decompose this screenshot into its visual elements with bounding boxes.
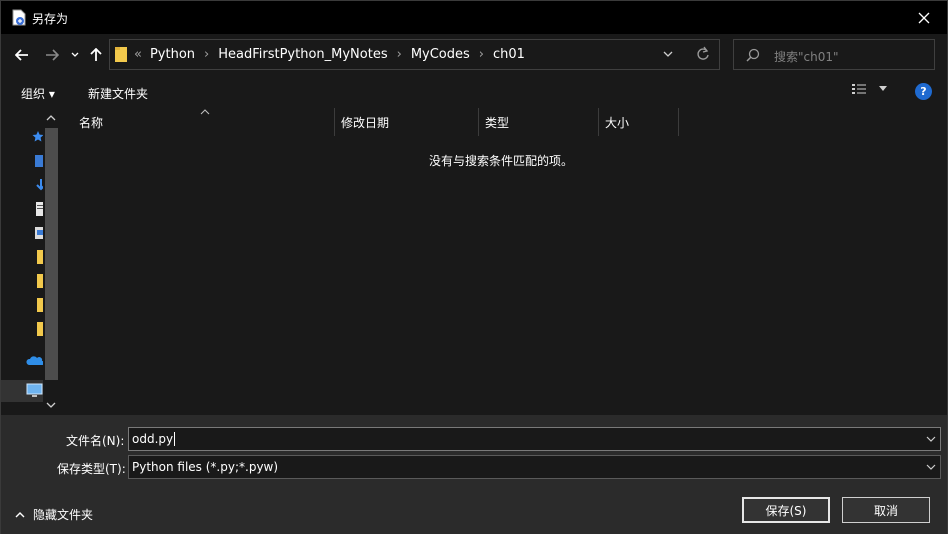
forward-button[interactable] — [43, 43, 61, 67]
hide-folders-toggle[interactable]: 隐藏文件夹 — [15, 506, 93, 523]
close-button[interactable] — [901, 1, 947, 34]
sort-ascending-icon — [200, 109, 210, 115]
filename-value[interactable]: odd.py — [129, 432, 173, 446]
breadcrumb-separator[interactable]: › — [479, 47, 484, 62]
arrow-up-icon — [90, 48, 102, 61]
title-bar: 另存为 — [1, 1, 947, 34]
breadcrumb-ch01[interactable]: ch01 — [493, 47, 525, 62]
column-name[interactable]: 名称 — [63, 108, 335, 136]
chevron-down-icon[interactable] — [926, 462, 936, 472]
chevron-up-icon — [15, 512, 25, 518]
back-button[interactable] — [13, 43, 31, 67]
column-date-modified[interactable]: 修改日期 — [335, 108, 479, 136]
window-title: 另存为 — [32, 12, 69, 26]
onedrive-cloud-icon[interactable] — [26, 354, 43, 368]
text-cursor — [174, 432, 176, 446]
scroll-down-icon[interactable] — [46, 402, 56, 409]
search-box[interactable]: 搜索"ch01" — [733, 39, 935, 70]
hide-folders-label: 隐藏文件夹 — [33, 508, 94, 522]
filetype-select[interactable]: Python files (*.py;*.pyw) — [128, 455, 941, 479]
filetype-value: Python files (*.py;*.pyw) — [132, 460, 279, 474]
column-type-label: 类型 — [485, 115, 510, 130]
up-button[interactable] — [88, 43, 104, 67]
organize-button[interactable]: 组织 ▾ — [21, 85, 55, 102]
this-pc-item[interactable] — [1, 380, 43, 402]
column-headers: 名称 修改日期 类型 大小 — [63, 108, 947, 136]
help-icon[interactable]: ? — [915, 83, 932, 100]
arrow-right-icon — [46, 49, 59, 61]
breadcrumb-mycodes[interactable]: MyCodes — [411, 47, 470, 62]
column-size-label: 大小 — [605, 115, 630, 130]
folder-icon — [115, 47, 127, 62]
save-document-icon — [12, 9, 26, 26]
breadcrumb: « Python › HeadFirstPython_MyNotes › MyC… — [134, 47, 525, 62]
chevron-down-icon[interactable] — [663, 48, 673, 60]
navigation-pane-scrollbar[interactable] — [43, 108, 60, 415]
save-options-panel: 文件名(N): odd.py 保存类型(T): Python files (*.… — [1, 415, 947, 534]
column-size[interactable]: 大小 — [599, 108, 679, 136]
close-icon — [918, 12, 930, 23]
refresh-icon[interactable] — [696, 45, 710, 63]
recent-locations-button[interactable] — [69, 43, 81, 67]
chevron-down-icon — [879, 86, 887, 91]
column-type[interactable]: 类型 — [479, 108, 599, 136]
chevron-down-icon[interactable] — [926, 434, 936, 444]
chevron-down-icon — [71, 52, 79, 57]
filetype-label: 保存类型(T): — [57, 462, 126, 476]
details-view-icon — [852, 84, 866, 94]
navigation-pane — [1, 108, 61, 415]
command-bar: 组织 ▾ 新建文件夹 ? — [1, 76, 947, 108]
breadcrumb-separator[interactable]: › — [204, 47, 209, 62]
scroll-up-icon[interactable] — [46, 114, 56, 121]
scrollbar-thumb[interactable] — [45, 128, 58, 380]
save-as-dialog: 另存为 « Python › HeadFirstPython_MyNotes ›… — [0, 0, 948, 534]
arrow-left-icon — [15, 49, 28, 61]
column-name-label: 名称 — [79, 115, 104, 130]
file-list: 名称 修改日期 类型 大小 没有与搜索条件匹配的项。 — [63, 108, 947, 415]
filename-field[interactable]: odd.py — [128, 427, 941, 451]
cancel-button[interactable]: 取消 — [842, 497, 930, 523]
computer-icon — [26, 383, 43, 397]
breadcrumb-python[interactable]: Python — [150, 47, 195, 62]
search-icon — [746, 48, 760, 62]
change-view-button[interactable] — [851, 83, 887, 95]
navigation-bar: « Python › HeadFirstPython_MyNotes › MyC… — [1, 34, 947, 76]
breadcrumb-headfirstpython[interactable]: HeadFirstPython_MyNotes — [218, 47, 387, 62]
search-input[interactable]: 搜索"ch01" — [774, 48, 839, 65]
column-date-label: 修改日期 — [341, 115, 390, 130]
new-folder-button[interactable]: 新建文件夹 — [88, 85, 148, 102]
empty-results-message: 没有与搜索条件匹配的项。 — [428, 154, 573, 168]
breadcrumb-separator[interactable]: › — [397, 47, 402, 62]
breadcrumb-overflow[interactable]: « — [134, 47, 142, 62]
address-bar[interactable]: « Python › HeadFirstPython_MyNotes › MyC… — [109, 39, 720, 70]
filename-label: 文件名(N): — [66, 434, 125, 448]
save-button[interactable]: 保存(S) — [742, 497, 830, 523]
